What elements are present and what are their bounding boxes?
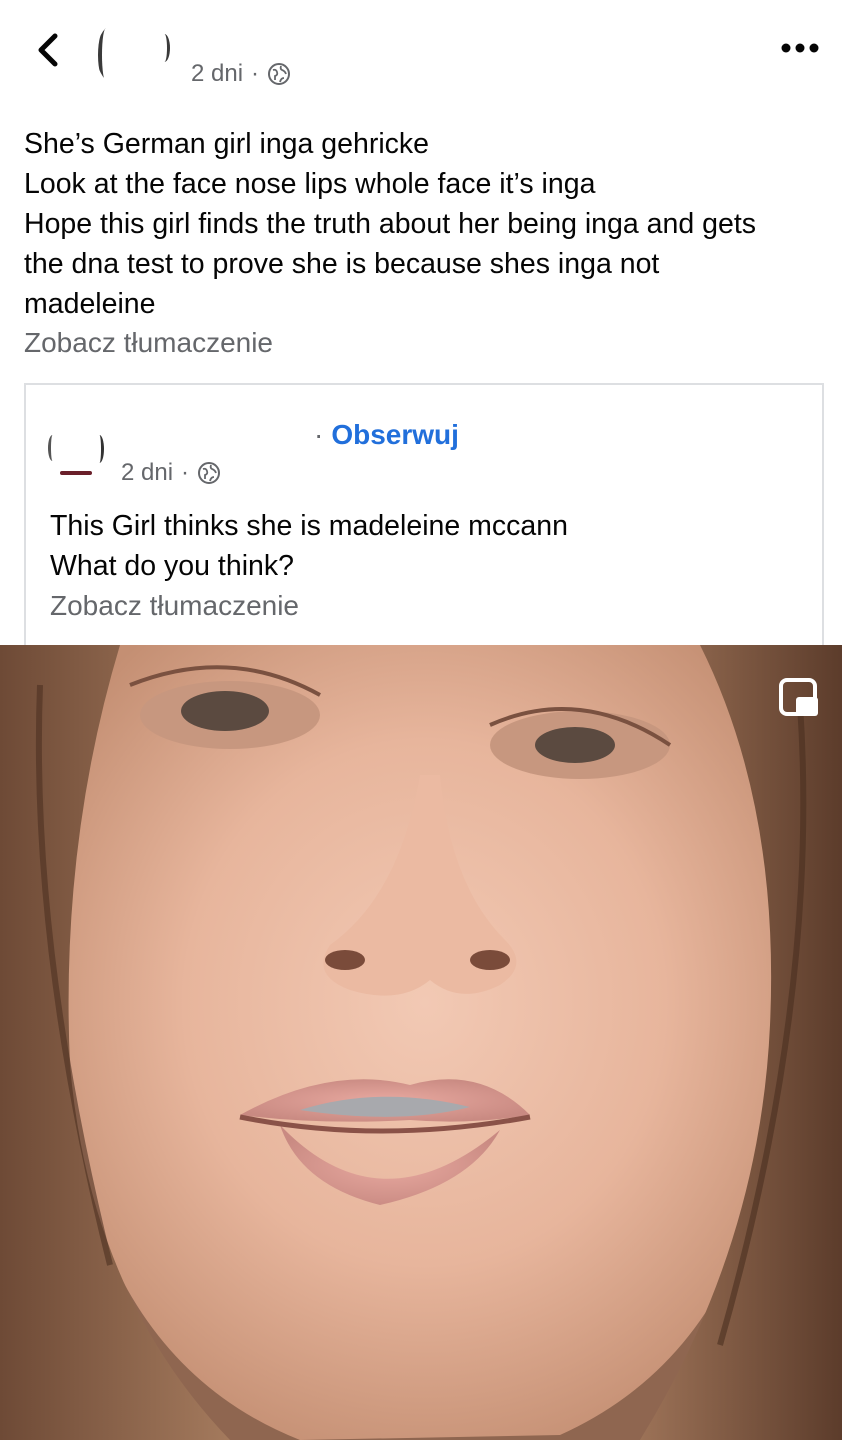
video-player[interactable]: [0, 645, 842, 1440]
post-timestamp[interactable]: 2 dni: [191, 60, 243, 88]
chevron-left-icon: [38, 33, 58, 67]
post-header: 2 dni ·: [0, 0, 842, 110]
more-options-button[interactable]: [776, 30, 824, 66]
post-line: madeleine: [24, 288, 156, 320]
globe-icon: [268, 63, 291, 85]
shared-post-meta: 2 dni ·: [121, 459, 221, 487]
ellipsis-icon: [781, 43, 819, 53]
post-line: Hope this girl finds the truth about her…: [24, 208, 756, 240]
shared-post-body: This Girl thinks she is madeleine mccann…: [50, 506, 568, 586]
author-avatar[interactable]: [96, 14, 176, 94]
video-frame: [0, 645, 842, 1440]
shared-line: What do you think?: [50, 550, 294, 582]
post-line: She’s German girl inga gehricke: [24, 128, 430, 160]
pip-button[interactable]: [778, 677, 820, 719]
meta-separator: ·: [181, 459, 190, 486]
shared-see-translation-link[interactable]: Zobacz tłumaczenie: [50, 586, 299, 626]
see-translation-link[interactable]: Zobacz tłumaczenie: [24, 323, 273, 363]
shared-timestamp[interactable]: 2 dni: [121, 459, 173, 487]
follow-separator: ·: [314, 419, 324, 450]
follow-button[interactable]: Obserwuj: [331, 419, 459, 451]
back-button[interactable]: [30, 28, 66, 72]
globe-icon: [198, 462, 221, 484]
shared-line: This Girl thinks she is madeleine mccann: [50, 510, 568, 542]
shared-post-card[interactable]: · Obserwuj 2 dni · This Girl thinks she …: [24, 383, 824, 645]
meta-separator: ·: [251, 60, 260, 87]
post-meta: 2 dni ·: [191, 60, 291, 88]
post-line: the dna test to prove she is because she…: [24, 248, 660, 280]
post-body: She’s German girl inga gehricke Look at …: [24, 124, 824, 324]
picture-in-picture-icon: [779, 678, 818, 716]
post-page: 2 dni · She’s German girl inga gehricke …: [0, 0, 842, 1440]
post-line: Look at the face nose lips whole face it…: [24, 168, 596, 200]
shared-author-avatar[interactable]: [48, 421, 104, 477]
shared-follow: · Obserwuj: [314, 419, 459, 451]
